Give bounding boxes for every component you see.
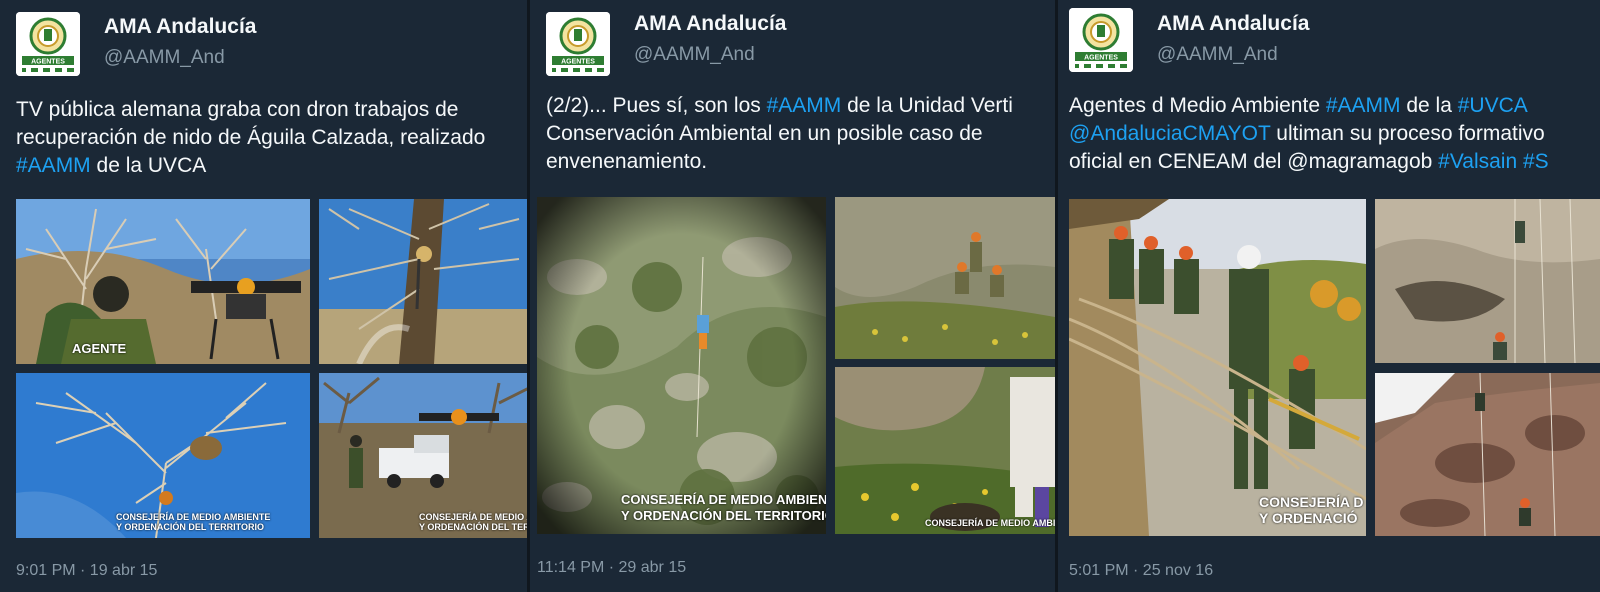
tweet-card-1[interactable]: AGENTES AMA Andalucía @AAMM_And TV públi… bbox=[0, 0, 527, 592]
photo-caption: CONSEJERÍA DE MEDIO AMBIENTEY ORDENACIÓN… bbox=[621, 492, 826, 523]
photo-drone-truck[interactable]: CONSEJERÍA DE MEDIO AMBIENTEY ORDENACIÓN… bbox=[319, 373, 527, 538]
tweet-text-segment: de la UVCA bbox=[90, 154, 207, 177]
agency-logo-icon: AGENTES bbox=[546, 12, 610, 76]
agency-logo-icon: AGENTES bbox=[1069, 8, 1133, 72]
avatar-label: AGENTES bbox=[561, 59, 595, 66]
tweet-text: Agentes d Medio Ambiente #AAMM de la #UV… bbox=[1069, 92, 1600, 176]
tweet-text-line: envenenamiento. bbox=[546, 148, 1055, 176]
photo-red-rock[interactable] bbox=[1375, 373, 1600, 536]
avatar[interactable]: AGENTES bbox=[16, 12, 80, 76]
avatar[interactable]: AGENTES bbox=[1069, 8, 1133, 72]
tweet-card-3[interactable]: AGENTES AMA Andalucía @AAMM_And Agentes … bbox=[1058, 0, 1600, 592]
tweet-text-segment: (2/2)... Pues sí, son los bbox=[546, 94, 767, 117]
tweet-text-segment: Agentes d Medio Ambiente bbox=[1069, 94, 1326, 117]
tweet-text-line: Conservación Ambiental en un posible cas… bbox=[546, 120, 1055, 148]
agent-badge: AGENTE bbox=[72, 341, 127, 356]
timestamp[interactable]: 5:01 PM · 25 nov 16 bbox=[1069, 562, 1213, 580]
tweet-text-segment: recuperación de nido de Águila Calzada, … bbox=[16, 126, 486, 149]
hashtag-link[interactable]: #S bbox=[1517, 150, 1549, 173]
photo-caption: CONSEJERÍA DY ORDENACIÓ bbox=[1259, 494, 1364, 526]
avatar-label: AGENTES bbox=[1084, 55, 1118, 62]
photo-nest[interactable]: CONSEJERÍA DE MEDIO AMBIENTE Y ORDENACIÓN… bbox=[16, 373, 310, 538]
hashtag-link[interactable]: #UVCA bbox=[1458, 94, 1528, 117]
hashtag-link[interactable]: #AAMM bbox=[16, 154, 91, 177]
avatar[interactable]: AGENTES bbox=[546, 12, 610, 76]
mention-link[interactable]: @AndaluciaCMAYOT bbox=[1069, 122, 1270, 145]
photo-team-slope[interactable] bbox=[835, 197, 1055, 359]
photo-roped-agents[interactable]: CONSEJERÍA DY ORDENACIÓ bbox=[1069, 199, 1366, 536]
tweet-text: TV pública alemana graba con dron trabaj… bbox=[16, 96, 527, 180]
tweet-card-2[interactable]: AGENTES AMA Andalucía @AAMM_And (2/2)...… bbox=[530, 0, 1055, 592]
timestamp[interactable]: 11:14 PM · 29 abr 15 bbox=[537, 559, 686, 577]
display-name[interactable]: AMA Andalucía bbox=[634, 12, 786, 36]
hashtag-link[interactable]: #Valsain bbox=[1438, 150, 1517, 173]
photo-caption: CONSEJERÍA DE MEDIO AMBIENTE bbox=[925, 518, 1055, 528]
avatar-label: AGENTES bbox=[31, 59, 65, 66]
user-handle[interactable]: @AAMM_And bbox=[1157, 44, 1278, 66]
hashtag-link[interactable]: #AAMM bbox=[1326, 94, 1401, 117]
tweet-text-segment: Conservación Ambiental en un posible cas… bbox=[546, 122, 983, 145]
tweet-text-line: #AAMM de la UVCA bbox=[16, 152, 527, 180]
photo-rappel[interactable]: CONSEJERÍA DE MEDIO AMBIENTE Y ORDENACIÓN… bbox=[537, 197, 826, 534]
photo-caption: CONSEJERÍA DE MEDIO AMBIENTEY ORDENACIÓN… bbox=[116, 512, 271, 532]
tweet-text: (2/2)... Pues sí, son los #AAMM de la Un… bbox=[546, 92, 1055, 176]
photo-tree-climb[interactable] bbox=[319, 199, 527, 364]
agency-logo-icon: AGENTES bbox=[16, 12, 80, 76]
timestamp[interactable]: 9:01 PM · 19 abr 15 bbox=[16, 562, 157, 580]
tweet-text-line: @AndaluciaCMAYOT ultiman su proceso form… bbox=[1069, 120, 1600, 148]
tweet-text-segment: ultiman su proceso formativo bbox=[1270, 122, 1545, 145]
display-name[interactable]: AMA Andalucía bbox=[1157, 12, 1309, 36]
photo-agent-rocks[interactable]: CONSEJERÍA DE MEDIO AMBIENTE bbox=[835, 367, 1055, 534]
tweet-text-segment: oficial en CENEAM del @magramagob bbox=[1069, 150, 1439, 173]
tweet-text-segment: TV pública alemana graba con dron trabaj… bbox=[16, 98, 459, 121]
photo-agent-drone[interactable]: AGENTE bbox=[16, 199, 310, 364]
hashtag-link[interactable]: #AAMM bbox=[767, 94, 842, 117]
display-name[interactable]: AMA Andalucía bbox=[104, 15, 256, 39]
tweet-text-line: recuperación de nido de Águila Calzada, … bbox=[16, 124, 527, 152]
tweet-text-line: (2/2)... Pues sí, son los #AAMM de la Un… bbox=[546, 92, 1055, 120]
user-handle[interactable]: @AAMM_And bbox=[104, 47, 225, 69]
tweet-text-segment: de la Unidad Verti bbox=[841, 94, 1013, 117]
tweet-text-segment: envenenamiento. bbox=[546, 150, 708, 173]
tweet-text-line: TV pública alemana graba con dron trabaj… bbox=[16, 96, 527, 124]
tweet-text-line: oficial en CENEAM del @magramagob #Valsa… bbox=[1069, 148, 1600, 176]
photo-cliff-climbers[interactable] bbox=[1375, 199, 1600, 363]
user-handle[interactable]: @AAMM_And bbox=[634, 44, 755, 66]
photo-caption: CONSEJERÍA DE MEDIO AMBIENTEY ORDENACIÓN… bbox=[419, 512, 527, 532]
tweet-text-line: Agentes d Medio Ambiente #AAMM de la #UV… bbox=[1069, 92, 1600, 120]
tweet-text-segment: de la bbox=[1400, 94, 1458, 117]
